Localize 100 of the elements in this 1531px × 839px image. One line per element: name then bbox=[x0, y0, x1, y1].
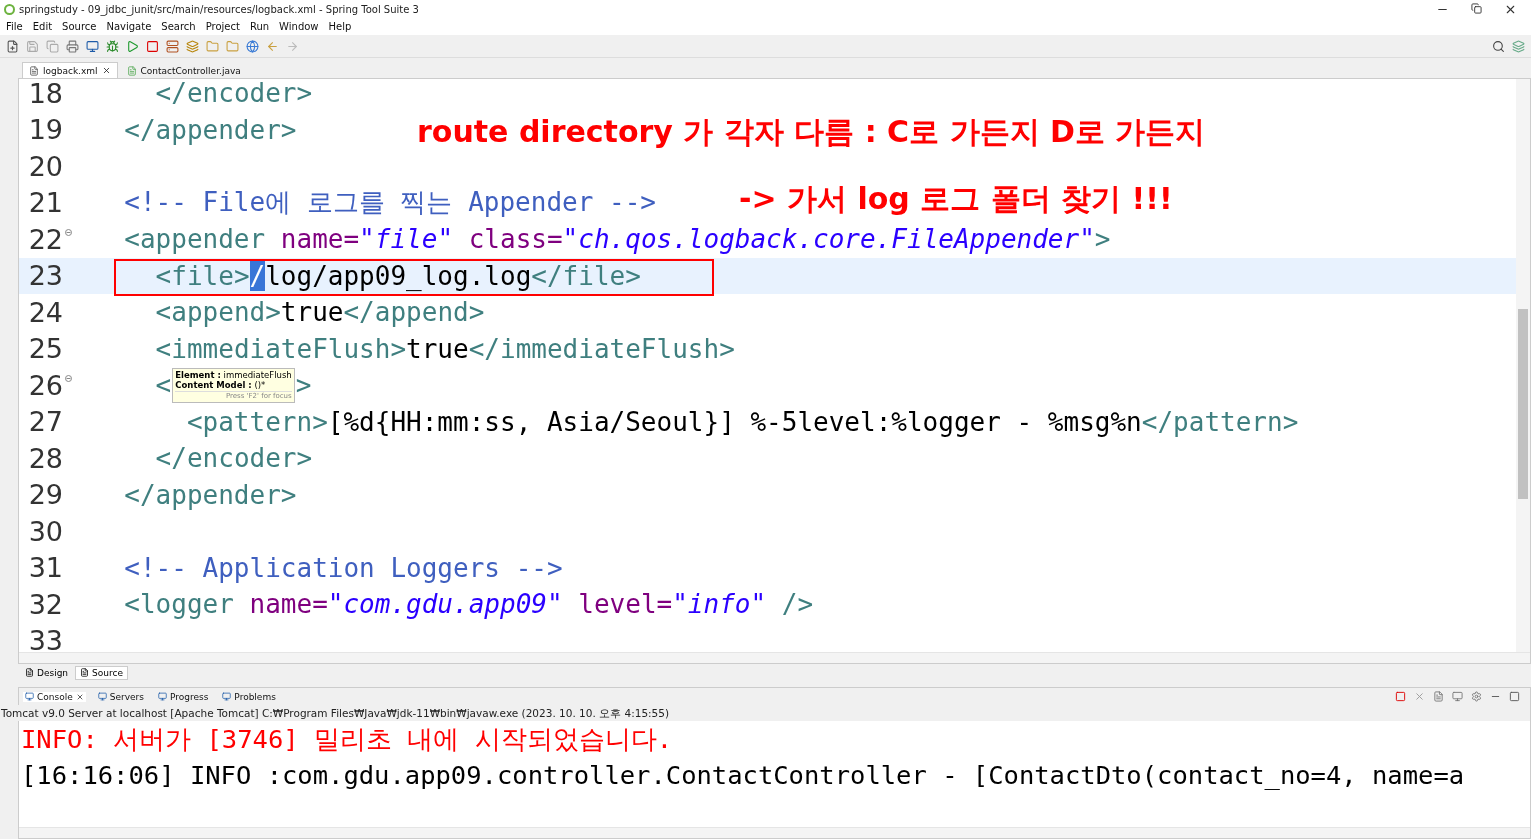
code-token: <!-- Application Loggers --> bbox=[124, 552, 563, 583]
monitor-icon bbox=[97, 692, 107, 701]
folder-icon[interactable] bbox=[226, 39, 239, 53]
document-icon bbox=[25, 668, 34, 677]
monitor-icon bbox=[222, 692, 232, 701]
menu-item[interactable]: Project bbox=[205, 21, 240, 32]
monitor-icon[interactable] bbox=[86, 39, 99, 53]
menu-item[interactable]: Edit bbox=[32, 21, 53, 32]
folder-icon[interactable] bbox=[206, 39, 219, 53]
menu-item[interactable]: Run bbox=[249, 21, 270, 32]
line-number: 30 bbox=[27, 515, 63, 547]
document-icon[interactable] bbox=[1433, 691, 1444, 702]
editor-tab[interactable]: logback.xml bbox=[22, 62, 118, 78]
line-number: 20 bbox=[27, 150, 63, 182]
document-icon bbox=[29, 65, 39, 76]
code-token: </encoder> bbox=[155, 79, 313, 109]
code-token: name= bbox=[248, 589, 328, 620]
remove-icon[interactable] bbox=[1414, 691, 1425, 702]
code-token: <file> bbox=[155, 260, 250, 291]
code-token: /> bbox=[780, 589, 814, 620]
code-token: </appender> bbox=[124, 114, 297, 145]
menu-item[interactable]: Window bbox=[279, 21, 319, 32]
scrollbar[interactable] bbox=[1516, 79, 1530, 652]
console-tab[interactable]: Progress bbox=[155, 691, 211, 702]
line-number: 32 bbox=[27, 588, 63, 620]
menu-item[interactable]: Search bbox=[161, 21, 196, 32]
bug-icon[interactable] bbox=[106, 39, 119, 53]
scrollbar[interactable] bbox=[19, 652, 1530, 663]
globe-icon[interactable] bbox=[246, 39, 259, 53]
line-number: 21 bbox=[27, 187, 63, 219]
console-line: INFO: 서버가 [3746] 밀리초 내에 시작되었습니다. bbox=[21, 723, 673, 756]
code-token: true bbox=[280, 297, 344, 328]
menu-item[interactable]: File bbox=[6, 21, 23, 32]
code-token: < bbox=[155, 370, 172, 401]
search-icon[interactable] bbox=[1492, 39, 1505, 53]
code-token: > bbox=[1094, 224, 1111, 255]
code-token: "com.gdu.app09" bbox=[327, 589, 563, 620]
annotation-text: -> 가서 log 로그 폴더 찾기 !!! bbox=[739, 180, 1173, 218]
code-token: <!-- File에 로그를 찍는 Appender --> bbox=[124, 186, 656, 220]
monitor-icon[interactable] bbox=[1452, 691, 1463, 702]
code-token: <logger bbox=[124, 589, 234, 620]
line-number: 27 bbox=[27, 406, 63, 438]
code-token: </immediateFlush> bbox=[468, 333, 735, 364]
code-token: true bbox=[406, 333, 469, 364]
view-tab[interactable]: Design bbox=[20, 665, 74, 680]
server-icon[interactable] bbox=[166, 39, 179, 53]
maximize-icon[interactable] bbox=[1509, 691, 1520, 702]
console-header: Tomcat v9.0 Server at localhost [Apache Tomcat] C:₩Program Files₩Java₩jdk-11₩bin₩javaw.exe (2023. 10. 10. 오후 4:15:55) bbox=[1, 705, 1530, 721]
printer-icon[interactable] bbox=[66, 39, 79, 53]
code-token: name= bbox=[279, 224, 360, 255]
menu-item[interactable]: Help bbox=[328, 21, 352, 32]
stop-icon[interactable] bbox=[1395, 691, 1406, 702]
line-number: 28 bbox=[27, 442, 63, 474]
code-token: </appender> bbox=[124, 479, 297, 510]
layers-icon[interactable] bbox=[186, 39, 199, 53]
line-number: 23 bbox=[27, 260, 63, 292]
fold-icon[interactable] bbox=[65, 375, 72, 383]
console-tab[interactable]: Console bbox=[23, 691, 86, 702]
code-token: "info" bbox=[672, 589, 767, 620]
line-number: 26 bbox=[27, 369, 63, 401]
monitor-icon bbox=[25, 692, 34, 701]
close-icon[interactable] bbox=[101, 66, 111, 75]
scrollbar[interactable] bbox=[19, 827, 1530, 838]
code-token: "ch.qos.logback.core.FileAppender" bbox=[562, 224, 1095, 255]
code-token: <immediateFlush> bbox=[155, 333, 407, 364]
code-token: </encoder> bbox=[155, 443, 313, 474]
code-token: > bbox=[295, 370, 312, 401]
code-token: class= bbox=[467, 224, 563, 255]
menu-item[interactable]: Navigate bbox=[106, 21, 152, 32]
line-number: 24 bbox=[27, 296, 63, 328]
console-tab[interactable]: Servers bbox=[95, 691, 146, 702]
console-tab[interactable]: Problems bbox=[220, 691, 278, 702]
monitor-icon bbox=[157, 692, 167, 701]
code-token: <pattern> bbox=[186, 406, 328, 437]
code-token: level= bbox=[577, 589, 673, 620]
code-token: [%d{HH:mm:ss, Asia/Seoul}] %-5level:%logger - %msg%n bbox=[327, 406, 1142, 437]
stop-icon[interactable] bbox=[146, 39, 159, 53]
line-number: 18 bbox=[27, 79, 63, 109]
code-token: <append> bbox=[155, 297, 281, 328]
restore-icon[interactable] bbox=[1471, 2, 1482, 16]
window-title: springstudy - 09_jdbc_junit/src/main/resources/logback.xml - Spring Tool Suite 3 bbox=[19, 3, 419, 15]
view-tab[interactable]: Source bbox=[75, 665, 128, 680]
code-token: log/app09_log.log bbox=[265, 260, 532, 291]
code-token: </append> bbox=[343, 297, 485, 328]
copy-icon[interactable] bbox=[46, 39, 59, 53]
line-number: 19 bbox=[27, 114, 63, 146]
close-icon[interactable] bbox=[75, 692, 84, 701]
back-icon[interactable] bbox=[266, 39, 279, 53]
run-icon[interactable] bbox=[126, 39, 139, 53]
new-file-icon[interactable] bbox=[6, 39, 19, 53]
code-token: </file> bbox=[531, 260, 641, 291]
save-icon[interactable] bbox=[26, 39, 39, 53]
code-token: "file" bbox=[359, 224, 454, 255]
annotation-text: route directory 가 각자 다름 : C로 가든지 D로 가든지 bbox=[417, 113, 1206, 151]
document-icon bbox=[80, 668, 90, 677]
settings-icon[interactable] bbox=[1471, 691, 1482, 702]
fold-icon[interactable] bbox=[65, 229, 72, 237]
menu-item[interactable]: Source bbox=[62, 21, 97, 32]
line-number: 25 bbox=[27, 333, 63, 365]
line-number: 33 bbox=[27, 625, 63, 652]
